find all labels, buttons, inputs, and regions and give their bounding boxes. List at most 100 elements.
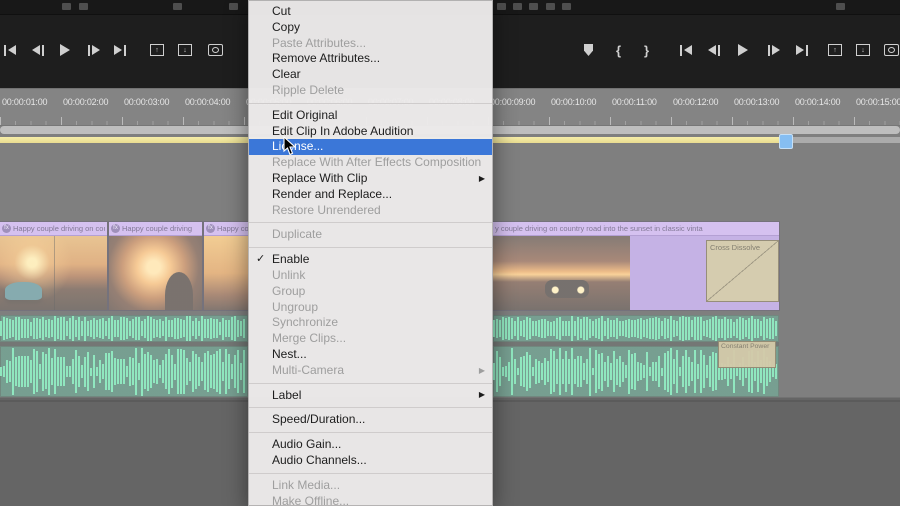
menu-item-license[interactable]: License... (249, 139, 492, 156)
menu-item-link-media: Link Media... (272, 477, 341, 492)
menu-item-copy[interactable]: Copy (249, 20, 492, 36)
fx-badge-icon: fx (2, 224, 11, 233)
extract-button[interactable]: ↓ (178, 41, 192, 59)
step-forward-icon (772, 45, 780, 55)
step-forward-button[interactable] (88, 41, 100, 59)
go-to-out-button[interactable] (114, 41, 126, 59)
panel-edge-icon (173, 3, 182, 10)
timecode-label: 00:00:10:00 (551, 97, 597, 107)
play-button[interactable] (738, 41, 748, 59)
menu-item-speed-duration[interactable]: Speed/Duration... (249, 412, 492, 428)
clip-title-bar: y couple driving on country road into th… (493, 222, 779, 236)
timecode-label: 00:00:03:00 (124, 97, 170, 107)
play-icon (60, 44, 70, 56)
check-icon: ✓ (256, 253, 266, 266)
menu-separator (249, 102, 492, 104)
panel-edge-icon (562, 3, 571, 10)
menu-item-clear[interactable]: Clear (249, 67, 492, 83)
video-clip[interactable]: y couple driving on country road into th… (493, 222, 779, 310)
work-area-end-handle[interactable] (779, 134, 793, 149)
video-transition[interactable]: Cross Dissolve (706, 240, 779, 302)
marker-icon (584, 44, 593, 56)
go-to-in-icon (684, 45, 692, 55)
fx-badge-icon: fx (206, 224, 215, 233)
step-forward-button[interactable] (768, 41, 780, 59)
menu-item-label[interactable]: Label ▶ (249, 388, 492, 404)
menu-item-edit-clip-in-adobe-audition[interactable]: Edit Clip In Adobe Audition (249, 124, 492, 140)
go-to-out-icon (114, 45, 122, 55)
lift-icon: ↑ (150, 44, 164, 56)
fx-badge-icon: fx (111, 224, 120, 233)
menu-separator (249, 382, 492, 384)
step-back-button[interactable] (32, 41, 44, 59)
audio-waveform (0, 316, 248, 341)
clip-title: Happy couple driving (217, 224, 248, 233)
go-to-in-button[interactable] (4, 41, 16, 59)
video-clip[interactable]: fx Happy couple driving (109, 222, 202, 310)
menu-item-replace-with-clip[interactable]: Replace With Clip ▶ (249, 171, 492, 187)
add-marker-button[interactable] (584, 41, 593, 59)
menu-item-enable[interactable]: ✓ Enable (249, 252, 492, 268)
menu-item-merge-clips: Merge Clips... (272, 331, 347, 346)
audio-transition[interactable]: Constant Power (718, 341, 776, 368)
timecode-label: 00:00:13:00 (734, 97, 780, 107)
export-frame-icon (208, 44, 223, 56)
timecode-label: 00:00:15:00 (856, 97, 900, 107)
panel-edge-icon (79, 3, 88, 10)
step-forward-icon (92, 45, 100, 55)
menu-item-edit-original[interactable]: Edit Original (249, 108, 492, 124)
submenu-arrow-icon: ▶ (478, 365, 485, 375)
play-icon (738, 44, 748, 56)
menu-item-replace-with-after-effects-composition: Replace With After Effects Composition (272, 155, 482, 170)
timecode-label: 00:00:14:00 (795, 97, 841, 107)
audio-waveform (493, 316, 779, 341)
mark-out-button[interactable]: } (644, 41, 649, 59)
go-to-in-button[interactable] (680, 41, 692, 59)
panel-edge-icon (529, 3, 538, 10)
extract-icon: ↓ (178, 44, 192, 56)
audio-clip[interactable]: Constant Power (493, 315, 779, 397)
panel-edge-icon (229, 3, 238, 10)
menu-separator (249, 222, 492, 224)
go-to-out-button[interactable] (796, 41, 808, 59)
video-clip[interactable]: fx Happy couple driving on count (0, 222, 107, 310)
panel-edge-icon (513, 3, 522, 10)
clip-thumbnail (0, 236, 107, 310)
panel-edge-icon (62, 3, 71, 10)
clip-context-menu: Cut Copy Paste Attributes... Remove Attr… (248, 0, 493, 506)
menu-item-audio-channels[interactable]: Audio Channels... (249, 453, 492, 469)
clip-thumbnail (109, 236, 202, 310)
mark-out-icon: } (644, 42, 650, 58)
menu-item-remove-attributes[interactable]: Remove Attributes... (249, 51, 492, 67)
transition-label: Constant Power (721, 343, 770, 350)
clip-thumbnail (493, 236, 630, 310)
menu-item-audio-gain[interactable]: Audio Gain... (249, 437, 492, 453)
menu-separator (249, 432, 492, 434)
panel-edge-icon (497, 3, 506, 10)
audio-clip[interactable] (0, 315, 248, 397)
lift-button[interactable]: ↑ (150, 41, 164, 59)
audio-lane (0, 315, 248, 342)
play-button[interactable] (60, 41, 70, 59)
timecode-label: 00:00:01:00 (2, 97, 48, 107)
menu-item-render-and-replace[interactable]: Render and Replace... (249, 187, 492, 203)
lift-button[interactable]: ↑ (828, 41, 842, 59)
clip-title: Happy couple driving on count (13, 224, 105, 233)
clip-title: y couple driving on country road into th… (495, 224, 703, 233)
panel-edge-icon (836, 3, 845, 10)
extract-button[interactable]: ↓ (856, 41, 870, 59)
menu-separator (249, 247, 492, 249)
export-frame-button[interactable] (884, 41, 899, 59)
audio-lane (493, 315, 779, 342)
mark-in-icon: { (616, 42, 622, 58)
clip-title-bar: fx Happy couple driving (204, 222, 250, 236)
menu-item-nest[interactable]: Nest... (249, 347, 492, 363)
video-clip[interactable]: fx Happy couple driving (204, 222, 250, 310)
export-frame-button[interactable] (208, 41, 223, 59)
menu-separator (249, 407, 492, 409)
menu-item-synchronize: Synchronize (272, 315, 339, 330)
step-back-button[interactable] (708, 41, 720, 59)
mark-in-button[interactable]: { (616, 41, 621, 59)
menu-item-cut[interactable]: Cut (249, 4, 492, 20)
menu-item-paste-attributes: Paste Attributes... (272, 35, 367, 50)
